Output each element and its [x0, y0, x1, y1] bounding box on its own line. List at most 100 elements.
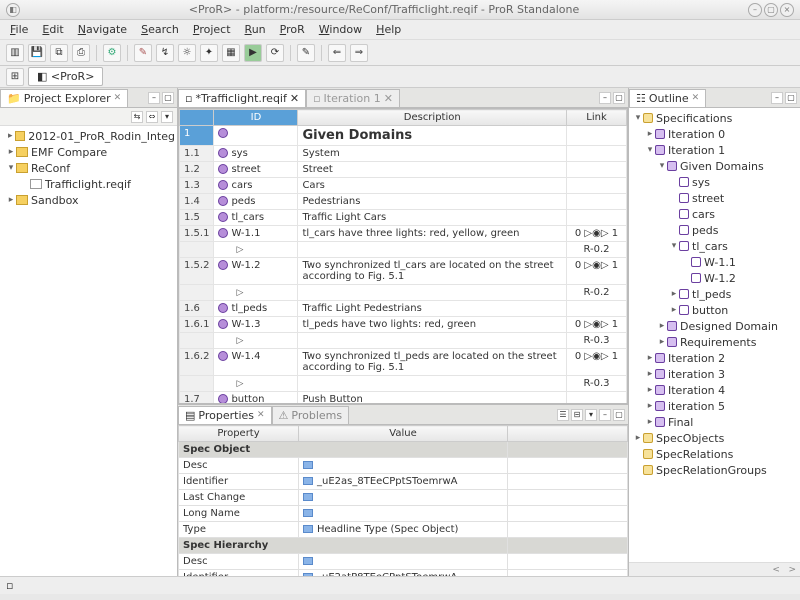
tool-icon[interactable]: ✎	[134, 44, 152, 62]
outline-item[interactable]: SpecRelationGroups	[631, 462, 798, 478]
close-icon[interactable]: ✕	[384, 92, 393, 105]
table-row[interactable]: 1.3carsCars	[180, 178, 627, 194]
outline-item[interactable]: street	[631, 190, 798, 206]
minimize-view-icon[interactable]: –	[599, 409, 611, 421]
tree-item[interactable]: ▸Sandbox	[2, 192, 175, 208]
tree-icon[interactable]: ⊟	[571, 409, 583, 421]
col-value[interactable]: Value	[299, 426, 508, 442]
save-all-icon[interactable]: ⧉	[50, 44, 68, 62]
maximize-view-icon[interactable]: ▢	[613, 92, 625, 104]
close-button[interactable]: ×	[780, 3, 794, 17]
tab-project-explorer[interactable]: 📁 Project Explorer ✕	[0, 89, 128, 107]
table-row[interactable]: 1.7buttonPush Button	[180, 392, 627, 405]
outline-item[interactable]: cars	[631, 206, 798, 222]
tool-icon[interactable]: ▦	[222, 44, 240, 62]
table-row[interactable]: 1Given Domains	[180, 126, 627, 146]
property-group[interactable]: Spec Hierarchy	[179, 538, 628, 554]
outline-item[interactable]: peds	[631, 222, 798, 238]
property-row[interactable]: Identifier_uE2atP8TEeCPptSToemrwA	[179, 570, 628, 577]
table-row[interactable]: 1.1sysSystem	[180, 146, 627, 162]
save-icon[interactable]: 💾	[28, 44, 46, 62]
maximize-view-icon[interactable]: ▢	[162, 92, 174, 104]
minimize-view-icon[interactable]: –	[148, 92, 160, 104]
menu-window[interactable]: Window	[313, 21, 368, 38]
property-row[interactable]: TypeHeadline Type (Spec Object)	[179, 522, 628, 538]
outline-item[interactable]: ▸Requirements	[631, 334, 798, 350]
print-icon[interactable]: ⎙	[72, 44, 90, 62]
property-group[interactable]: Spec Object	[179, 442, 628, 458]
tool-icon[interactable]: ✦	[200, 44, 218, 62]
view-menu-icon[interactable]: ☰	[557, 409, 569, 421]
outline-item[interactable]: W-1.1	[631, 254, 798, 270]
project-tree[interactable]: ▸2012-01_ProR_Rodin_Integ▸EMF Compare▾Re…	[0, 126, 177, 576]
property-row[interactable]: Long Name	[179, 506, 628, 522]
spec-table[interactable]: IDDescriptionLink1Given Domains1.1sysSys…	[178, 108, 628, 404]
table-row[interactable]: ▷R-0.3	[180, 376, 627, 392]
outline-item[interactable]: ▸iteration 3	[631, 366, 798, 382]
maximize-view-icon[interactable]: ▢	[613, 409, 625, 421]
table-row[interactable]: 1.2streetStreet	[180, 162, 627, 178]
outline-item[interactable]: ▾Iteration 1	[631, 142, 798, 158]
editor-tab[interactable]: ▫Iteration 1✕	[306, 89, 400, 107]
outline-item[interactable]: ▸Designed Domain	[631, 318, 798, 334]
outline-item[interactable]: ▸Iteration 0	[631, 126, 798, 142]
perspective-tab[interactable]: ◧ <ProR>	[28, 67, 103, 86]
tool-icon[interactable]: ✎	[297, 44, 315, 62]
table-row[interactable]: 1.5.2W-1.2Two synchronized tl_cars are l…	[180, 258, 627, 285]
outline-item[interactable]: ▸Iteration 2	[631, 350, 798, 366]
tab-outline[interactable]: ☷ Outline ✕	[629, 89, 706, 107]
table-row[interactable]: ▷R-0.2	[180, 242, 627, 258]
col-header[interactable]: Link	[567, 110, 627, 126]
menu-edit[interactable]: Edit	[36, 21, 69, 38]
tree-item[interactable]: ▾ReConf	[2, 160, 175, 176]
close-icon[interactable]: ✕	[290, 92, 299, 105]
tab-problems[interactable]: ⚠ Problems	[272, 406, 350, 424]
link-icon[interactable]: ⇔	[146, 111, 158, 123]
close-icon[interactable]: ✕	[257, 410, 265, 420]
tool-icon[interactable]: ☼	[178, 44, 196, 62]
run-icon[interactable]: ▶	[244, 44, 262, 62]
table-row[interactable]: ▷R-0.2	[180, 285, 627, 301]
outline-item[interactable]: ▾tl_cars	[631, 238, 798, 254]
table-row[interactable]: 1.6.2W-1.4Two synchronized tl_peds are l…	[180, 349, 627, 376]
tool-icon[interactable]: ↯	[156, 44, 174, 62]
outline-tree[interactable]: ▾Specifications▸Iteration 0▾Iteration 1▾…	[629, 108, 800, 562]
outline-item[interactable]: ▸Iteration 4	[631, 382, 798, 398]
table-row[interactable]: ▷R-0.3	[180, 333, 627, 349]
table-row[interactable]: 1.6.1W-1.3tl_peds have two lights: red, …	[180, 317, 627, 333]
outline-item[interactable]: ▸iteration 5	[631, 398, 798, 414]
property-row[interactable]: Identifier_uE2as_8TEeCPptSToemrwA	[179, 474, 628, 490]
menu-search[interactable]: Search	[135, 21, 185, 38]
table-row[interactable]: 1.5.1W-1.1tl_cars have three lights: red…	[180, 226, 627, 242]
properties-table[interactable]: Property Value Spec ObjectDescIdentifier…	[178, 425, 628, 576]
menu-pror[interactable]: ProR	[274, 21, 311, 38]
menu-navigate[interactable]: Navigate	[72, 21, 133, 38]
menu-project[interactable]: Project	[187, 21, 237, 38]
outline-item[interactable]: ▸button	[631, 302, 798, 318]
outline-item[interactable]: ▸tl_peds	[631, 286, 798, 302]
outline-item[interactable]: ▾Given Domains	[631, 158, 798, 174]
property-row[interactable]: Desc	[179, 458, 628, 474]
scroll-hint[interactable]: < >	[629, 562, 800, 576]
collapse-icon[interactable]: ⇆	[131, 111, 143, 123]
minimize-view-icon[interactable]: –	[599, 92, 611, 104]
col-property[interactable]: Property	[179, 426, 299, 442]
outline-item[interactable]: sys	[631, 174, 798, 190]
property-row[interactable]: Desc	[179, 554, 628, 570]
outline-item[interactable]: ▸SpecObjects	[631, 430, 798, 446]
forward-icon[interactable]: ⇒	[350, 44, 368, 62]
close-icon[interactable]: ✕	[692, 93, 700, 103]
tree-item[interactable]: ▸EMF Compare	[2, 144, 175, 160]
close-icon[interactable]: ✕	[114, 93, 122, 103]
tab-properties[interactable]: ▤ Properties ✕	[178, 406, 272, 424]
col-header[interactable]	[180, 110, 214, 126]
tree-item[interactable]: ▸2012-01_ProR_Rodin_Integ	[2, 128, 175, 144]
property-row[interactable]: Last Change	[179, 490, 628, 506]
col-header[interactable]: ID	[214, 110, 298, 126]
col-header[interactable]: Description	[298, 110, 567, 126]
back-icon[interactable]: ⇐	[328, 44, 346, 62]
minimize-view-icon[interactable]: –	[771, 92, 783, 104]
outline-item[interactable]: ▾Specifications	[631, 110, 798, 126]
menu-icon[interactable]: ▾	[161, 111, 173, 123]
menu-icon[interactable]: ▾	[585, 409, 597, 421]
